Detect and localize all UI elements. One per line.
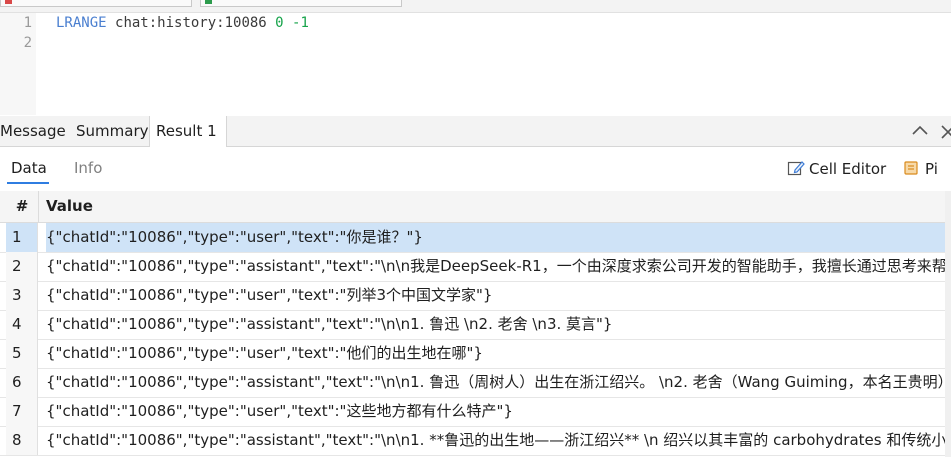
- row-number: 5: [6, 339, 38, 368]
- subtab-data[interactable]: Data: [11, 159, 47, 177]
- row-value[interactable]: {"chatId":"10086","type":"user","text":"…: [46, 281, 945, 310]
- query-editor[interactable]: 1 2 LRANGE chat:history:10086 0 -1: [0, 13, 951, 115]
- row-number: 8: [6, 426, 38, 455]
- table-row[interactable]: 5 {"chatId":"10086","type":"user","text"…: [0, 339, 945, 369]
- row-value[interactable]: {"chatId":"10086","type":"assistant","te…: [46, 252, 945, 281]
- row-number: 6: [6, 368, 38, 397]
- tab-result-1[interactable]: Result 1: [149, 116, 227, 147]
- column-header-index[interactable]: #: [6, 191, 38, 222]
- active-subtab-indicator: [7, 182, 49, 184]
- row-value[interactable]: {"chatId":"10086","type":"assistant","te…: [46, 368, 945, 397]
- table-row[interactable]: 4 {"chatId":"10086","type":"assistant","…: [0, 310, 945, 340]
- row-value[interactable]: {"chatId":"10086","type":"user","text":"…: [46, 397, 945, 426]
- command-keyword: LRANGE: [56, 15, 107, 31]
- code-line[interactable]: LRANGE chat:history:10086 0 -1: [56, 15, 309, 31]
- cell-editor-button[interactable]: Cell Editor: [787, 159, 886, 178]
- cell-editor-label: Cell Editor: [809, 160, 887, 178]
- tab-marker-icon: [205, 0, 212, 4]
- row-number: 1: [6, 223, 38, 252]
- row-number: 2: [6, 252, 38, 281]
- collapse-up-icon[interactable]: [911, 122, 929, 140]
- row-number: 3: [6, 281, 38, 310]
- table-row[interactable]: 8 {"chatId":"10086","type":"assistant","…: [0, 426, 945, 456]
- window-tab[interactable]: [0, 0, 192, 7]
- close-icon[interactable]: [938, 122, 951, 140]
- row-value[interactable]: {"chatId":"10086","type":"user","text":"…: [46, 339, 945, 368]
- tab-marker-icon: [5, 0, 12, 4]
- table-row[interactable]: 3 {"chatId":"10086","type":"user","text"…: [0, 281, 945, 311]
- subtab-info[interactable]: Info: [74, 159, 102, 177]
- range-start: 0: [275, 15, 284, 31]
- column-divider: [38, 191, 39, 222]
- vertical-scrollbar[interactable]: [945, 191, 951, 457]
- line-number: 2: [23, 35, 32, 51]
- table-row[interactable]: 7 {"chatId":"10086","type":"user","text"…: [0, 397, 945, 427]
- result-panel-tabs: Message Summary Result 1: [0, 116, 951, 147]
- row-number: 7: [6, 397, 38, 426]
- line-number: 1: [23, 15, 32, 31]
- line-number-gutter: 1 2: [0, 13, 36, 115]
- row-value[interactable]: {"chatId":"10086","type":"user","text":"…: [46, 223, 945, 252]
- window-tab-strip: [0, 0, 951, 13]
- tab-summary[interactable]: Summary: [76, 116, 149, 146]
- column-header-value[interactable]: Value: [46, 191, 93, 222]
- grid-header: # Value: [0, 191, 951, 223]
- pin-button[interactable]: Pi: [903, 159, 938, 178]
- row-value[interactable]: {"chatId":"10086","type":"assistant","te…: [46, 426, 945, 455]
- range-stop: -1: [292, 15, 309, 31]
- table-row[interactable]: 2 {"chatId":"10086","type":"assistant","…: [0, 252, 945, 282]
- redis-key: chat:history:10086: [115, 15, 267, 31]
- cell-editor-icon: [787, 161, 805, 176]
- tab-message[interactable]: Message: [0, 116, 66, 146]
- table-row[interactable]: 6 {"chatId":"10086","type":"assistant","…: [0, 368, 945, 398]
- window-tab[interactable]: [200, 0, 402, 7]
- table-row[interactable]: 1 {"chatId":"10086","type":"user","text"…: [0, 223, 945, 253]
- pin-label: Pi: [925, 160, 938, 178]
- result-toolbar: Data Info Cell Editor Pi: [0, 147, 951, 189]
- row-value[interactable]: {"chatId":"10086","type":"assistant","te…: [46, 310, 945, 339]
- pin-icon: [904, 161, 918, 175]
- row-number: 4: [6, 310, 38, 339]
